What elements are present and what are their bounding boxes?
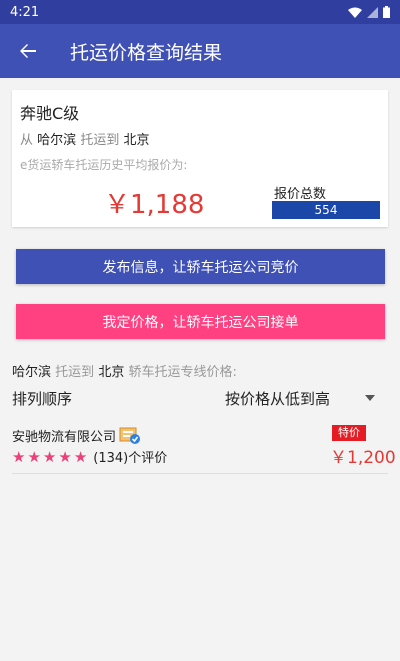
back-button[interactable] [0, 24, 56, 78]
line-mid: 托运到 [55, 365, 95, 380]
star-icon: ★ [42, 447, 57, 466]
star-icon: ★ [27, 447, 41, 466]
summary-card: 奔驰C级 从 哈尔滨 托运到 北京 e货运轿车托运历史平均报价为: ￥1,188… [12, 90, 388, 227]
special-price-tag: 特价 [332, 425, 366, 441]
rating: ★ ★ ★ ★ ★ (134)个评价 [12, 447, 168, 467]
signal-icon [367, 6, 378, 18]
verified-badge-icon [119, 427, 141, 445]
company-name: 安驰物流有限公司 [12, 430, 117, 445]
route-mid: 托运到 [80, 133, 120, 148]
company-list-item[interactable]: 安驰物流有限公司 ★ ★ ★ ★ ★ (134)个评价 特价 ￥1,200 [12, 420, 396, 474]
publish-info-button[interactable]: 发布信息，让轿车托运公司竞价 [16, 249, 385, 284]
total-quotes-count: 554 [272, 201, 380, 219]
sort-dropdown[interactable]: 按价格从低到高 [225, 386, 375, 410]
route-info: 从 哈尔滨 托运到 北京 [20, 129, 149, 148]
battery-icon [383, 6, 390, 18]
line-to-city: 北京 [98, 365, 125, 380]
wifi-icon [348, 7, 362, 18]
review-count: (134)个评价 [93, 451, 168, 466]
app-bar: 托运价格查询结果 [0, 24, 400, 78]
star-icon: ★ [58, 447, 72, 466]
company-name-row: 安驰物流有限公司 [12, 426, 141, 445]
sort-label: 排列顺序 [12, 390, 73, 408]
status-time: 4:21 [10, 4, 40, 20]
set-price-button[interactable]: 我定价格，让轿车托运公司接单 [16, 304, 385, 339]
status-bar: 4:21 [0, 0, 400, 24]
line-price-title: 哈尔滨 托运到 北京 轿车托运专线价格: [12, 361, 237, 380]
total-quotes-label: 报价总数 [274, 187, 327, 202]
sort-selected: 按价格从低到高 [225, 389, 331, 408]
car-model: 奔驰C级 [20, 104, 80, 123]
star-icon: ★ [73, 447, 88, 466]
average-price-label: e货运轿车托运历史平均报价为: [20, 158, 188, 172]
line-from-city: 哈尔滨 [12, 365, 52, 380]
page-title: 托运价格查询结果 [70, 41, 223, 64]
route-from-prefix: 从 [20, 133, 34, 148]
status-icons [348, 6, 390, 18]
star-icon: ★ [12, 447, 26, 466]
average-price: ￥1,188 [104, 190, 205, 220]
from-city: 哈尔滨 [37, 133, 77, 148]
line-suffix: 轿车托运专线价格: [128, 365, 237, 380]
arrow-left-icon [20, 44, 36, 58]
company-price: ￥1,200 [330, 448, 396, 468]
dropdown-arrow-icon [365, 395, 375, 401]
to-city: 北京 [123, 133, 150, 148]
